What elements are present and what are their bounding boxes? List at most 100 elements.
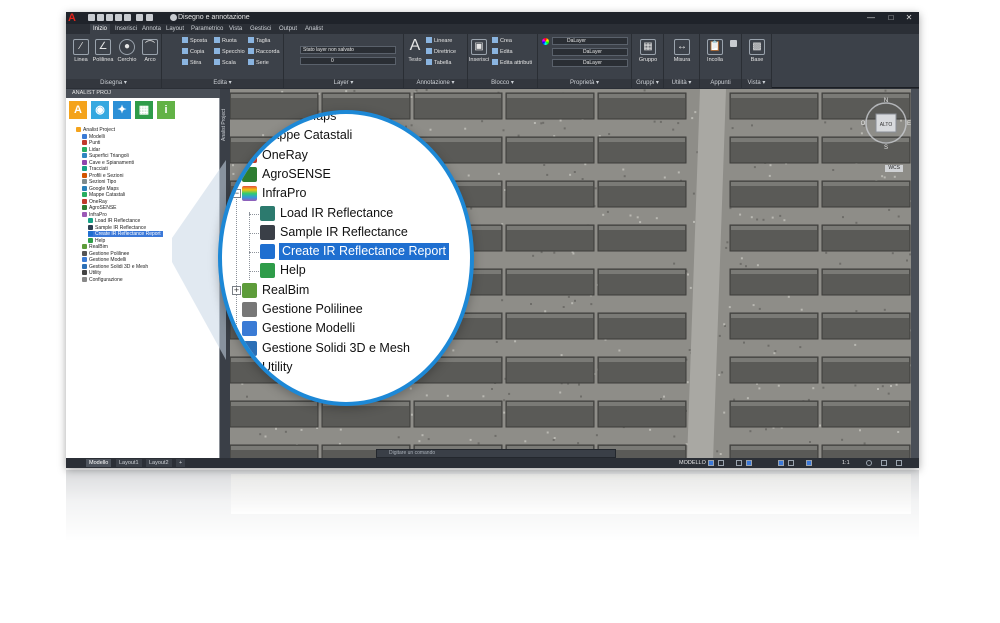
edita-block-button[interactable]: Edita [492, 48, 513, 57]
group-title-annotazione[interactable]: Annotazione ▾ [404, 79, 467, 88]
copia-button[interactable]: Copia [182, 48, 204, 57]
scala-button[interactable]: Scala [214, 59, 236, 68]
tree-item[interactable]: Google Maps [82, 185, 119, 192]
app-logo[interactable]: A [68, 12, 82, 24]
collapse-infrapro-icon[interactable]: − [232, 189, 241, 199]
workspace-icon[interactable] [866, 460, 872, 466]
close-icon[interactable]: ✕ [899, 12, 919, 24]
arco-button[interactable]: ⌒ Arco [139, 37, 161, 73]
tree-item[interactable]: Sample IR Reflectance [88, 224, 146, 231]
tree-item[interactable]: Tracciati [82, 166, 108, 172]
satellite-icon[interactable]: ✦ [113, 101, 131, 119]
tab-add-layout[interactable]: + [176, 459, 186, 467]
taglia-button[interactable]: Taglia [248, 37, 270, 46]
minimize-icon[interactable]: — [861, 12, 881, 24]
print-icon[interactable] [124, 14, 131, 21]
group-title-edita[interactable]: Edita ▾ [162, 79, 283, 88]
layer-state-combo[interactable]: Stato layer non salvato [300, 46, 396, 54]
ruota-button[interactable]: Ruota [214, 37, 237, 46]
osnap-icon[interactable] [778, 460, 784, 466]
tab-inizio[interactable]: Inizio [90, 24, 111, 34]
annotation-scale[interactable]: 1:1 [842, 459, 850, 467]
group-title-appunti[interactable]: Appunti [700, 79, 741, 88]
tree-item[interactable]: Analist Project [76, 127, 115, 133]
lineweight-combo[interactable]: DaLayer [552, 59, 628, 67]
save-icon[interactable] [106, 14, 113, 21]
model-space-toggle[interactable]: MODELLO [679, 459, 706, 467]
testo-button[interactable]: A Testo [404, 37, 426, 73]
copy-clip-icon[interactable] [730, 40, 737, 47]
tab-inserisci[interactable]: Inserisci [112, 24, 140, 34]
viewcube-face[interactable]: ALTO [880, 122, 893, 128]
workspace-gear-icon[interactable] [170, 14, 177, 21]
tab-gestisci[interactable]: Gestisci [247, 24, 274, 34]
tab-parametrico[interactable]: Parametrico [188, 24, 226, 34]
polar-icon[interactable] [746, 460, 752, 466]
tab-modello[interactable]: Modello [86, 459, 112, 467]
group-title-utilita[interactable]: Utilità ▾ [664, 79, 699, 88]
tree-item[interactable]: Help [88, 237, 105, 244]
redo-icon[interactable] [146, 14, 153, 21]
polilinea-button[interactable]: ∠ Polilinea [92, 37, 114, 73]
tree-item[interactable]: Create IR Reflectance Report [88, 231, 163, 237]
incolla-button[interactable]: 📋 Incolla [704, 37, 726, 73]
restore-icon[interactable]: □ [881, 12, 901, 24]
group-title-blocco[interactable]: Blocco ▾ [468, 79, 537, 88]
lineare-button[interactable]: Lineare [426, 37, 452, 46]
sposta-button[interactable]: Sposta [182, 37, 207, 46]
tree-item[interactable]: Gestione Modelli [82, 257, 126, 263]
linea-button[interactable]: ∕ Linea [70, 37, 92, 73]
tabella-button[interactable]: Tabella [426, 59, 451, 68]
current-layer-combo[interactable]: 0 [300, 57, 396, 65]
raccorda-button[interactable]: Raccorda [248, 48, 280, 57]
tab-layout2[interactable]: Layout2 [146, 459, 172, 467]
tree-item[interactable]: InfraPro [82, 211, 107, 218]
color-wheel-icon[interactable] [542, 38, 549, 45]
ucs-label[interactable]: WCS [885, 165, 903, 172]
snap-icon[interactable] [718, 460, 724, 466]
group-title-layer[interactable]: Layer ▾ [284, 79, 403, 88]
tab-layout1[interactable]: Layout1 [116, 459, 142, 467]
stira-button[interactable]: Stira [182, 59, 201, 68]
tree-item[interactable]: Cave e Spianamenti [82, 159, 134, 166]
crea-button[interactable]: Crea [492, 37, 512, 46]
ortho-icon[interactable] [736, 460, 742, 466]
tab-annota[interactable]: Annota [139, 24, 164, 34]
tree-item[interactable]: OneRay [82, 198, 107, 205]
tab-layout[interactable]: Layout [163, 24, 187, 34]
base-button[interactable]: ▩ Base [746, 37, 768, 73]
tab-vista[interactable]: Vista [226, 24, 245, 34]
tree-item[interactable]: Punti [82, 140, 100, 146]
tab-output[interactable]: Output [276, 24, 300, 34]
specchio-button[interactable]: Specchio [214, 48, 245, 57]
tree-item[interactable]: Sezioni Tipo [82, 179, 116, 185]
tab-analist[interactable]: Analist [302, 24, 326, 34]
group-title-vista[interactable]: Vista ▾ [742, 79, 771, 88]
group-title-disegna[interactable]: Disegna ▾ [66, 79, 161, 88]
tree-item[interactable]: AgroSENSE [82, 205, 117, 211]
otrack-icon[interactable] [788, 460, 794, 466]
tree-item[interactable]: Gestione Polilinee [82, 250, 129, 257]
grid-icon[interactable] [708, 460, 714, 466]
map-icon[interactable]: ▦ [135, 101, 153, 119]
group-title-gruppi[interactable]: Gruppi ▾ [632, 79, 663, 88]
viewcube[interactable]: ALTO N S E O [861, 97, 911, 153]
tree-item[interactable]: RealBim [82, 244, 108, 250]
analist-icon[interactable]: A [69, 101, 87, 119]
cerchio-button[interactable]: ● Cerchio [116, 37, 138, 73]
tree-item[interactable]: Gestione Solidi 3D e Mesh [82, 263, 148, 270]
group-title-proprieta[interactable]: Proprietà ▾ [538, 79, 631, 88]
globe-icon[interactable]: ◉ [91, 101, 109, 119]
fullscreen-icon[interactable] [896, 460, 902, 466]
tree-item[interactable]: Configurazione [82, 276, 123, 283]
tree-item[interactable]: Load IR Reflectance [88, 218, 140, 224]
command-line[interactable]: Digitare un comando [376, 449, 616, 458]
tree-item[interactable]: Superfici Triangoli [82, 153, 129, 159]
linetype-combo[interactable]: DaLayer [552, 48, 628, 56]
undo-icon[interactable] [136, 14, 143, 21]
lineweight-icon[interactable] [806, 460, 812, 466]
save-as-icon[interactable] [115, 14, 122, 21]
info-icon[interactable]: i [157, 101, 175, 119]
expand-realbim-icon[interactable]: + [232, 285, 241, 295]
tree-item[interactable]: Modelli [82, 133, 105, 140]
